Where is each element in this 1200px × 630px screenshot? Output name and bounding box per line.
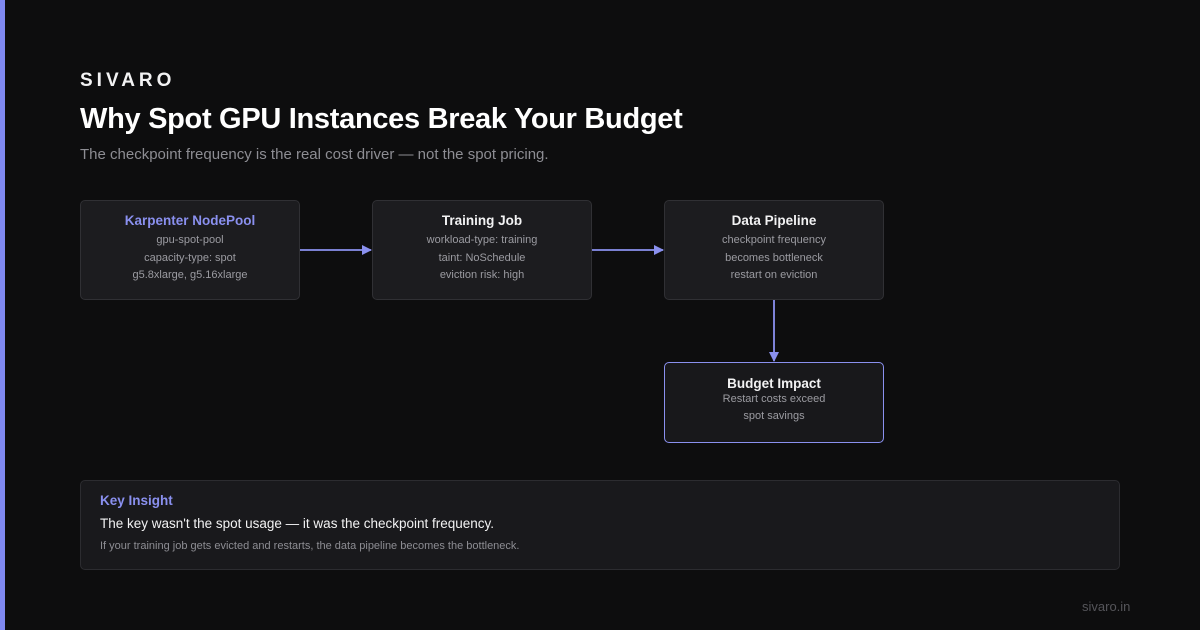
node-training-job: Training Job workload-type: training tai…	[372, 200, 592, 300]
node-title: Budget Impact	[727, 376, 821, 391]
node-detail: eviction risk: high	[439, 269, 525, 281]
node-detail: restart on eviction	[730, 269, 818, 281]
node-detail: taint: NoSchedule	[438, 252, 526, 264]
node-detail: becomes bottleneck	[725, 252, 823, 264]
node-title: Karpenter NodePool	[124, 213, 256, 228]
node-subtitle: gpu-spot-pool	[156, 234, 224, 246]
node-detail: capacity-type: spot	[144, 252, 236, 264]
node-budget-impact: Budget Impact Restart costs exceed spot …	[664, 362, 884, 443]
key-insight-callout: Key Insight The key wasn't the spot usag…	[80, 480, 1120, 570]
node-title: Data Pipeline	[731, 213, 817, 228]
insight-main-text: The key wasn't the spot usage — it was t…	[100, 516, 495, 531]
insight-label: Key Insight	[100, 493, 173, 508]
footer-url: sivaro.in	[1082, 599, 1131, 614]
node-karpenter-nodepool: Karpenter NodePool gpu-spot-pool capacit…	[80, 200, 300, 300]
node-data-pipeline: Data Pipeline checkpoint frequency becom…	[664, 200, 884, 300]
node-subtitle: workload-type: training	[426, 234, 538, 246]
node-detail: Restart costs exceed	[722, 393, 826, 405]
insight-note: If your training job gets evicted and re…	[100, 540, 520, 552]
node-detail: spot savings	[743, 410, 805, 422]
node-subtitle: checkpoint frequency	[722, 234, 826, 246]
node-title: Training Job	[441, 213, 523, 228]
node-detail: g5.8xlarge, g5.16xlarge	[132, 269, 248, 281]
